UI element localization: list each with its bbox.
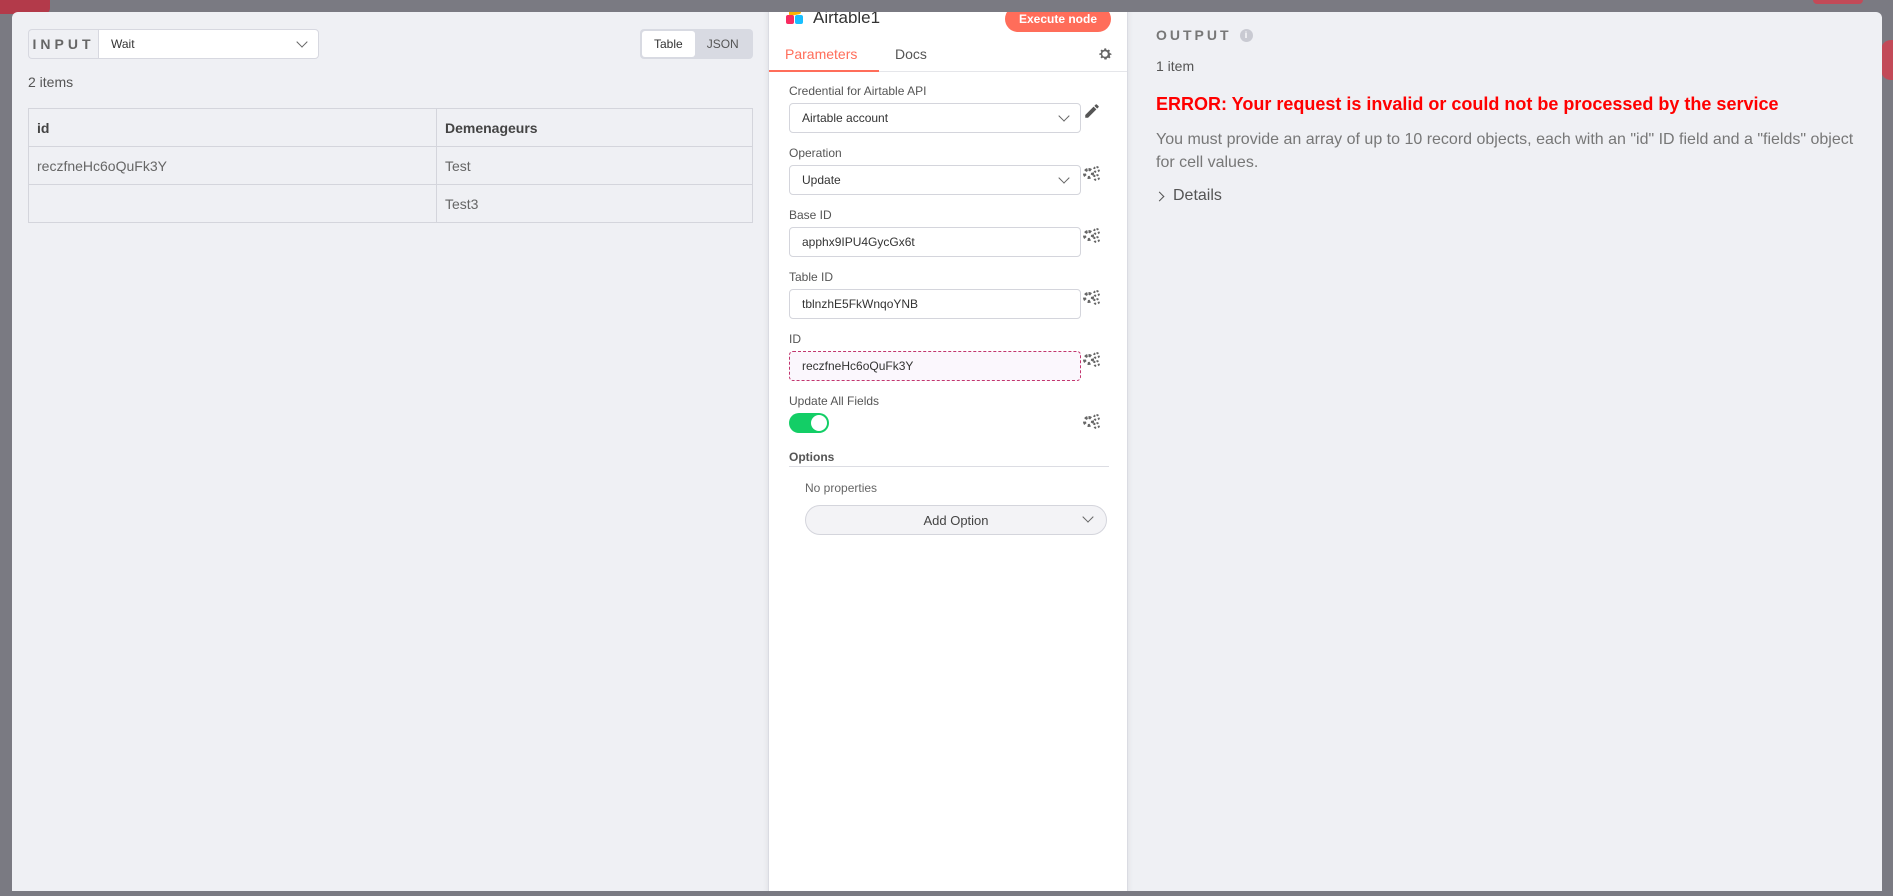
param-options-gears-icon[interactable] xyxy=(1083,412,1101,430)
record-id-input[interactable]: reczfneHc6oQuFk3Y xyxy=(789,351,1081,381)
update-all-fields-param: Update All Fields xyxy=(789,394,1109,433)
output-title: OUTPUT i xyxy=(1156,27,1253,43)
background-node-fragment-right xyxy=(1813,0,1863,4)
details-label: Details xyxy=(1173,187,1222,204)
table-row: Test3 xyxy=(28,184,753,223)
background-node-edge xyxy=(1881,40,1893,80)
param-options-gears-icon[interactable] xyxy=(1083,164,1101,182)
chevron-down-icon xyxy=(1058,172,1070,184)
operation-value: Update xyxy=(802,173,841,187)
active-tab-indicator xyxy=(769,70,879,72)
operation-select[interactable]: Update xyxy=(789,165,1081,195)
input-label: INPUT xyxy=(28,29,98,59)
chevron-right-icon xyxy=(1154,191,1165,201)
record-id-value: reczfneHc6oQuFk3Y xyxy=(802,359,914,373)
input-node-select-value: Wait xyxy=(111,37,135,51)
no-properties-text: No properties xyxy=(805,481,878,495)
table-id-input[interactable]: tblnzhE5FkWnqoYNB xyxy=(789,289,1081,319)
error-description: You must provide an array of up to 10 re… xyxy=(1156,131,1854,171)
add-option-button[interactable]: Add Option xyxy=(805,505,1107,535)
input-data-table: id Demenageurs reczfneHc6oQuFk3Y Test Te… xyxy=(28,108,753,223)
table-header-cell: Demenageurs xyxy=(436,108,753,147)
output-items-count: 1 item xyxy=(1156,58,1195,74)
update-all-fields-label: Update All Fields xyxy=(789,394,880,408)
output-panel: OUTPUT i 1 item ERROR: Your request is i… xyxy=(1129,12,1882,891)
node-title-row: Airtable1 xyxy=(785,12,880,28)
chevron-down-icon xyxy=(1058,110,1070,122)
operation-param: Operation Update xyxy=(789,146,1109,195)
base-id-value: apphx9IPU4GycGx6t xyxy=(802,235,915,249)
execute-node-button[interactable]: Execute node xyxy=(1004,12,1111,32)
node-name[interactable]: Airtable1 xyxy=(813,12,880,28)
base-id-param: Base ID apphx9IPU4GycGx6t xyxy=(789,208,1109,257)
table-cell[interactable] xyxy=(28,184,437,223)
view-json-button[interactable]: JSON xyxy=(695,31,751,57)
node-details-modal: INPUT Wait Table JSON 2 items id Demenag… xyxy=(12,12,1882,891)
gear-icon[interactable] xyxy=(1097,46,1113,62)
node-tabs: Parameters Docs xyxy=(769,40,1127,72)
param-options-gears-icon[interactable] xyxy=(1083,226,1101,244)
tab-parameters[interactable]: Parameters xyxy=(785,46,857,62)
input-node-select[interactable]: Wait xyxy=(98,29,319,59)
node-settings-panel: Airtable1 Execute node Parameters Docs C… xyxy=(768,12,1128,891)
credential-value: Airtable account xyxy=(802,111,889,125)
input-panel: INPUT Wait Table JSON 2 items id Demenag… xyxy=(12,12,769,891)
options-section-title: Options xyxy=(789,450,1109,467)
chevron-down-icon xyxy=(296,36,308,48)
table-cell[interactable]: reczfneHc6oQuFk3Y xyxy=(28,146,437,185)
view-toggle: Table JSON xyxy=(640,29,753,59)
table-id-param: Table ID tblnzhE5FkWnqoYNB xyxy=(789,270,1109,319)
table-cell[interactable]: Test3 xyxy=(436,184,753,223)
param-options-gears-icon[interactable] xyxy=(1083,288,1101,306)
output-label: OUTPUT xyxy=(1156,27,1232,43)
view-table-button[interactable]: Table xyxy=(642,31,695,57)
credential-param: Credential for Airtable API Airtable acc… xyxy=(789,84,1109,133)
operation-label: Operation xyxy=(789,146,842,160)
update-all-fields-toggle[interactable] xyxy=(789,413,829,433)
param-options-gears-icon[interactable] xyxy=(1083,350,1101,368)
airtable-logo-icon xyxy=(785,12,805,27)
base-id-input[interactable]: apphx9IPU4GycGx6t xyxy=(789,227,1081,257)
tab-docs[interactable]: Docs xyxy=(895,46,927,62)
record-id-label: ID xyxy=(789,332,801,346)
pencil-icon[interactable] xyxy=(1083,102,1101,120)
error-title: ERROR: Your request is invalid or could … xyxy=(1156,94,1779,114)
input-header: INPUT Wait xyxy=(28,29,319,59)
record-id-param: ID reczfneHc6oQuFk3Y xyxy=(789,332,1109,381)
table-id-value: tblnzhE5FkWnqoYNB xyxy=(802,297,919,311)
credential-select[interactable]: Airtable account xyxy=(789,103,1081,133)
credential-label: Credential for Airtable API xyxy=(789,84,927,98)
base-id-label: Base ID xyxy=(789,208,832,222)
table-cell[interactable]: Test xyxy=(436,146,753,185)
chevron-down-icon xyxy=(1082,511,1094,523)
table-id-label: Table ID xyxy=(789,270,834,284)
table-header-row: id Demenageurs xyxy=(28,108,753,147)
details-toggle[interactable]: Details xyxy=(1154,187,1222,205)
add-option-label: Add Option xyxy=(923,512,989,528)
table-header-cell: id xyxy=(28,108,437,147)
input-items-count: 2 items xyxy=(28,74,74,90)
info-icon[interactable]: i xyxy=(1239,28,1253,42)
table-row: reczfneHc6oQuFk3Y Test xyxy=(28,146,753,185)
